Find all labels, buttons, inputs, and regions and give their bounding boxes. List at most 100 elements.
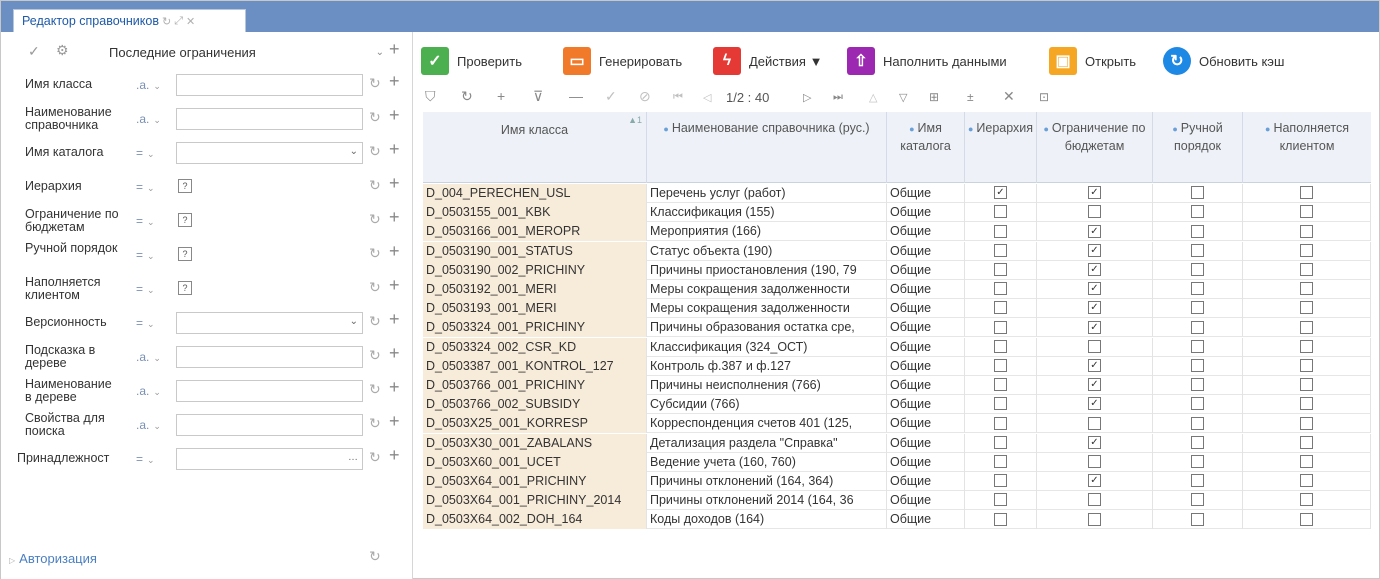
filter-operator-select[interactable]: = ⌄ [136, 214, 155, 228]
filter-operator-select[interactable]: = ⌄ [136, 452, 155, 466]
checked-checkbox-icon[interactable]: ✓ [1088, 378, 1101, 392]
unchecked-checkbox-icon[interactable] [1300, 416, 1313, 430]
reset-icon[interactable]: ↻ [369, 415, 381, 432]
filter-operator-select[interactable]: = ⌄ [136, 316, 155, 330]
filter-operator-select[interactable]: = ⌄ [136, 282, 155, 296]
filter-operator-select[interactable]: .a. ⌄ [136, 350, 161, 364]
unchecked-checkbox-icon[interactable] [994, 224, 1007, 238]
reset-icon[interactable]: ↻ [369, 211, 381, 228]
table-row[interactable]: D_0503387_001_KONTROL_127 Контроль ф.387 … [423, 356, 1371, 376]
unchecked-checkbox-icon[interactable] [994, 512, 1007, 526]
unchecked-checkbox-icon[interactable] [1191, 397, 1204, 411]
unchecked-checkbox-icon[interactable] [994, 359, 1007, 372]
unchecked-checkbox-icon[interactable] [1088, 416, 1101, 430]
unchecked-checkbox-icon[interactable] [1300, 205, 1313, 219]
unchecked-checkbox-icon[interactable] [1300, 397, 1313, 411]
unchecked-checkbox-icon[interactable] [1300, 455, 1313, 468]
open-button[interactable]: ▣ Открыть [1049, 45, 1136, 77]
expand-rows-icon[interactable]: ± [967, 90, 974, 104]
col-header-filled-by-client[interactable]: ● Наполняется клиентом [1243, 112, 1371, 183]
table-row[interactable]: D_0503766_001_PRICHINY Причины неисполнен… [423, 376, 1371, 395]
unchecked-checkbox-icon[interactable] [994, 282, 1007, 296]
reset-icon[interactable]: ↻ [369, 548, 381, 565]
unchecked-checkbox-icon[interactable] [994, 378, 1007, 392]
col-header-class-name[interactable]: Имя класса ▲1 [423, 112, 647, 183]
filter-checkbox[interactable]: ? [178, 247, 192, 261]
fill-data-button[interactable]: ⇧ Наполнить данными [847, 45, 1007, 77]
unchecked-checkbox-icon[interactable] [1088, 493, 1101, 507]
unchecked-checkbox-icon[interactable] [994, 416, 1007, 430]
lookup-icon[interactable]: … [348, 452, 358, 463]
generate-button[interactable]: ▭ Генерировать [563, 45, 682, 77]
unchecked-checkbox-icon[interactable] [1300, 359, 1313, 372]
next-page-icon[interactable]: ▷ [803, 91, 811, 104]
delete-icon[interactable]: — [569, 88, 583, 104]
unchecked-checkbox-icon[interactable] [994, 493, 1007, 507]
unchecked-checkbox-icon[interactable] [1191, 435, 1204, 449]
checked-checkbox-icon[interactable]: ✓ [994, 186, 1007, 200]
add-preset-icon[interactable]: + [389, 39, 400, 60]
prev-page-icon[interactable]: ◁ [703, 91, 711, 104]
first-page-icon[interactable]: ⏮ [673, 91, 683, 104]
table-row[interactable]: D_0503X60_001_UCET Ведение учета (160, 76… [423, 452, 1371, 472]
table-row[interactable]: D_0503190_001_STATUS Статус объекта (190)… [423, 241, 1371, 261]
col-header-budget-restriction[interactable]: ● Ограничение по бюджетам [1037, 112, 1153, 183]
unchecked-checkbox-icon[interactable] [1191, 378, 1204, 392]
filter-operator-select[interactable]: .a. ⌄ [136, 418, 161, 432]
checked-checkbox-icon[interactable]: ✓ [1088, 301, 1101, 315]
table-row[interactable]: D_0503X30_001_ZABALANS Детализация раздел… [423, 433, 1371, 453]
reset-icon[interactable]: ↻ [369, 313, 381, 330]
unchecked-checkbox-icon[interactable] [1191, 301, 1204, 315]
reset-icon[interactable]: ↻ [369, 381, 381, 398]
checked-checkbox-icon[interactable]: ✓ [1088, 224, 1101, 238]
col-header-hierarchy[interactable]: ● Иерархия [965, 112, 1037, 183]
filter-operator-select[interactable]: = ⌄ [136, 180, 155, 194]
authorization-group[interactable]: ▷ Авторизация [9, 551, 97, 566]
unchecked-checkbox-icon[interactable] [994, 320, 1007, 334]
add-condition-icon[interactable]: + [389, 71, 400, 92]
expand-icon[interactable]: ⤢ [174, 15, 183, 28]
column-menu-icon[interactable]: ⊡ [1039, 90, 1049, 104]
unchecked-checkbox-icon[interactable] [1088, 205, 1101, 219]
unchecked-checkbox-icon[interactable] [1300, 474, 1313, 488]
checked-checkbox-icon[interactable]: ✓ [1088, 263, 1101, 276]
unchecked-checkbox-icon[interactable] [1088, 512, 1101, 526]
checked-checkbox-icon[interactable]: ✓ [1088, 243, 1101, 257]
filter-input[interactable] [176, 346, 363, 368]
filter-input[interactable] [176, 108, 363, 130]
checked-checkbox-icon[interactable]: ✓ [1088, 282, 1101, 296]
unchecked-checkbox-icon[interactable] [1300, 435, 1313, 449]
filter-input[interactable]: ⌄ [176, 142, 363, 164]
unchecked-checkbox-icon[interactable] [1191, 493, 1204, 507]
unchecked-checkbox-icon[interactable] [1300, 512, 1313, 526]
reset-icon[interactable]: ↻ [369, 177, 381, 194]
unchecked-checkbox-icon[interactable] [1300, 263, 1313, 276]
refresh-cache-button[interactable]: ↻ Обновить кэш [1163, 45, 1284, 77]
apply-check-icon[interactable]: ✓ [28, 43, 40, 60]
filter-operator-select[interactable]: .a. ⌄ [136, 112, 161, 126]
table-row[interactable]: D_0503192_001_MERI Меры сокращения задолж… [423, 280, 1371, 299]
reset-icon[interactable]: ↻ [369, 347, 381, 364]
add-condition-icon[interactable]: + [389, 377, 400, 398]
unchecked-checkbox-icon[interactable] [1191, 263, 1204, 276]
save-check-icon[interactable]: ✓ [605, 88, 617, 105]
unchecked-checkbox-icon[interactable] [994, 205, 1007, 219]
refresh-icon[interactable]: ↻ [461, 88, 473, 105]
table-row[interactable]: D_0503X25_001_KORRESP Корреспонденция сче… [423, 414, 1371, 434]
table-row[interactable]: D_0503766_002_SUBSIDY Субсидии (766) Общие… [423, 395, 1371, 415]
add-condition-icon[interactable]: + [389, 309, 400, 330]
filter-operator-select[interactable]: = ⌄ [136, 146, 155, 160]
unchecked-checkbox-icon[interactable] [1191, 339, 1204, 353]
unchecked-checkbox-icon[interactable] [1300, 339, 1313, 353]
unchecked-checkbox-icon[interactable] [994, 397, 1007, 411]
unchecked-checkbox-icon[interactable] [1191, 243, 1204, 257]
unchecked-checkbox-icon[interactable] [1191, 416, 1204, 430]
table-row[interactable]: D_0503190_002_PRICHINY Причины приостанов… [423, 260, 1371, 280]
checked-checkbox-icon[interactable]: ✓ [1088, 474, 1101, 488]
filter-input[interactable] [176, 74, 363, 96]
table-row[interactable]: D_0503155_001_KBK Классификация (155) Общи… [423, 203, 1371, 223]
filter-operator-select[interactable]: = ⌄ [136, 248, 155, 262]
unchecked-checkbox-icon[interactable] [994, 474, 1007, 488]
unchecked-checkbox-icon[interactable] [1300, 282, 1313, 296]
col-header-manual-order[interactable]: ● Ручной порядок [1153, 112, 1243, 183]
